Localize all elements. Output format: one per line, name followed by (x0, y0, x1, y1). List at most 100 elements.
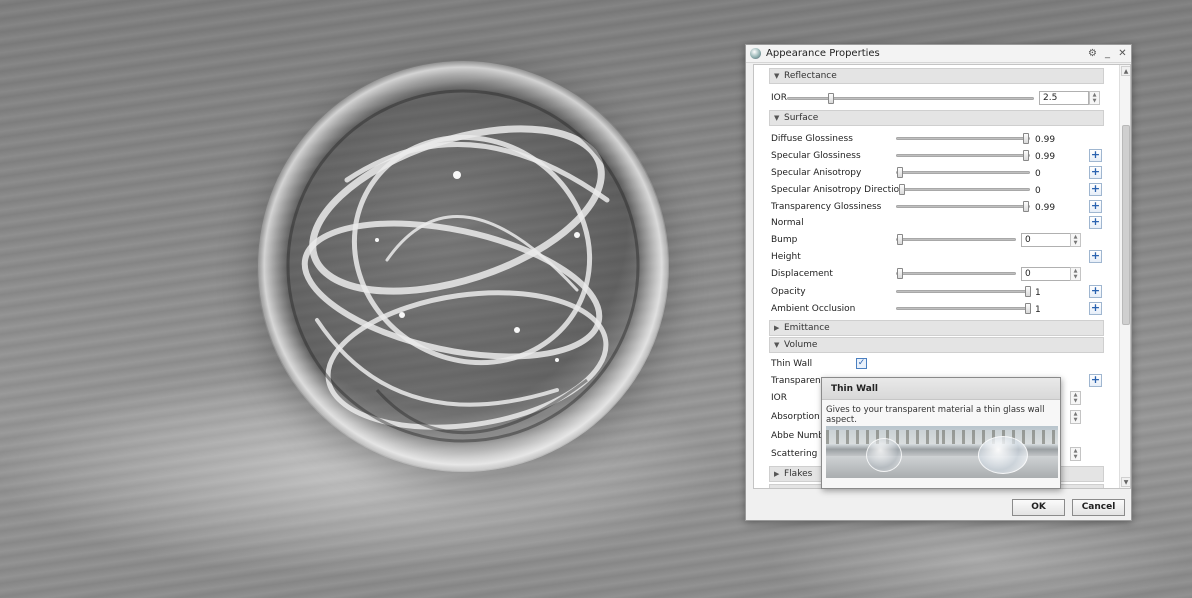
thin-wall-checkbox[interactable]: ✓ (856, 358, 867, 369)
collapse-arrow-icon: ▼ (774, 72, 780, 80)
slider-thumb[interactable] (1025, 303, 1031, 314)
ior-slider[interactable] (787, 93, 1034, 104)
window-title: Appearance Properties (766, 48, 880, 59)
diffuse-glossiness-slider[interactable] (896, 133, 1030, 144)
add-texture-button[interactable]: + (1089, 149, 1102, 162)
add-texture-button[interactable]: + (1089, 200, 1102, 213)
specular-glossiness-slider[interactable] (896, 150, 1030, 161)
cancel-button[interactable]: Cancel (1072, 499, 1125, 516)
volume-ior-label: IOR (771, 393, 787, 403)
row-ior: IOR 2.5 ▲ ▼ (771, 90, 1103, 106)
preview-thin-wall (942, 426, 1058, 478)
displacement-slider[interactable] (896, 268, 1016, 279)
expand-arrow-icon: ▶ (774, 488, 784, 489)
opacity-slider[interactable] (896, 286, 1031, 297)
row-specular-glossiness: Specular Glossiness 0.99 + (771, 148, 1103, 164)
add-texture-button[interactable]: + (1089, 250, 1102, 263)
absorption-spinner[interactable]: ▲ ▼ (1070, 410, 1081, 424)
ambient-occlusion-label: Ambient Occlusion (771, 304, 856, 314)
slider-thumb[interactable] (1023, 133, 1029, 144)
preview-opaque-wall (826, 426, 942, 478)
diffuse-glossiness-label: Diffuse Glossiness (771, 134, 853, 144)
row-thin-wall: Thin Wall ✓ (771, 356, 1103, 372)
add-texture-button[interactable]: + (1089, 166, 1102, 179)
opacity-label: Opacity (771, 287, 806, 297)
transparency-glossiness-slider[interactable] (896, 201, 1030, 212)
collapse-arrow-icon: ▼ (774, 114, 780, 122)
slider-thumb[interactable] (897, 234, 903, 245)
glass-sphere-render (257, 60, 669, 472)
slider-thumb[interactable] (897, 268, 903, 279)
abbe-number-label: Abbe Numb (771, 431, 824, 441)
diffuse-glossiness-value: 0.99 (1035, 135, 1056, 145)
row-ambient-occlusion: Ambient Occlusion 1 + (771, 301, 1103, 317)
vertical-scrollbar[interactable]: ▲ ▼ (1119, 65, 1130, 488)
section-label: Reflectance (784, 71, 837, 81)
section-volume[interactable]: ▼ Volume (769, 337, 1104, 353)
specular-glossiness-value: 0.99 (1035, 152, 1056, 162)
thin-wall-tooltip: Thin Wall Gives to your transparent mate… (821, 377, 1061, 489)
row-specular-anisotropy: Specular Anisotropy 0 + (771, 165, 1103, 181)
ior-spinner[interactable]: ▲ ▼ (1089, 91, 1100, 105)
add-texture-button[interactable]: + (1089, 374, 1102, 387)
specular-anisotropy-direction-label: Specular Anisotropy Direction (771, 185, 905, 195)
section-label: Surface (784, 113, 819, 123)
ambient-occlusion-slider[interactable] (896, 303, 1031, 314)
slider-thumb[interactable] (1023, 150, 1029, 161)
row-diffuse-glossiness: Diffuse Glossiness 0.99 (771, 131, 1103, 147)
scroll-up-icon[interactable]: ▲ (1121, 66, 1130, 76)
tooltip-title: Thin Wall (822, 378, 1060, 400)
specular-anisotropy-direction-value: 0 (1035, 186, 1041, 196)
specular-anisotropy-direction-slider[interactable] (898, 184, 1030, 195)
row-height: Height + (771, 249, 1103, 265)
slider-thumb[interactable] (899, 184, 905, 195)
ior-input[interactable]: 2.5 (1039, 91, 1089, 105)
specular-anisotropy-label: Specular Anisotropy (771, 168, 862, 178)
ok-button[interactable]: OK (1012, 499, 1065, 516)
specular-anisotropy-slider[interactable] (896, 167, 1030, 178)
transparency-glossiness-label: Transparency Glossiness (771, 202, 882, 212)
specular-anisotropy-value: 0 (1035, 169, 1041, 179)
add-texture-button[interactable]: + (1089, 183, 1102, 196)
slider-thumb[interactable] (897, 167, 903, 178)
section-emittance[interactable]: ▶ Emittance (769, 320, 1104, 336)
expand-arrow-icon: ▶ (774, 324, 780, 332)
section-surface[interactable]: ▼ Surface (769, 110, 1104, 126)
titlebar: Appearance Properties ⚙ _ ✕ (746, 45, 1131, 63)
displacement-spinner[interactable]: ▲ ▼ (1070, 267, 1081, 281)
minimize-icon[interactable]: _ (1101, 47, 1114, 60)
section-reflectance[interactable]: ▼ Reflectance (769, 68, 1104, 84)
ior-slider-thumb[interactable] (828, 93, 834, 104)
close-icon[interactable]: ✕ (1116, 47, 1129, 60)
transparency-glossiness-value: 0.99 (1035, 203, 1056, 213)
volume-ior-spinner[interactable]: ▲ ▼ (1070, 391, 1081, 405)
gear-icon[interactable]: ⚙ (1086, 47, 1099, 60)
bump-spinner[interactable]: ▲ ▼ (1070, 233, 1081, 247)
section-label: Emittance (784, 323, 830, 333)
displacement-input[interactable]: 0 (1021, 267, 1071, 281)
displacement-label: Displacement (771, 269, 833, 279)
app-icon (750, 48, 761, 59)
row-bump: Bump 0 ▲ ▼ (771, 232, 1103, 248)
section-label: Volume (784, 340, 818, 350)
thin-wall-label: Thin Wall (771, 359, 813, 369)
scrollbar-handle[interactable] (1122, 125, 1130, 325)
row-displacement: Displacement 0 ▲ ▼ (771, 266, 1103, 282)
bump-input[interactable]: 0 (1021, 233, 1071, 247)
scattering-label: Scattering D (771, 449, 828, 459)
scroll-down-icon[interactable]: ▼ (1121, 477, 1130, 487)
height-label: Height (771, 252, 801, 262)
specular-glossiness-label: Specular Glossiness (771, 151, 861, 161)
expand-arrow-icon: ▶ (774, 470, 780, 478)
ior-label: IOR (771, 93, 787, 103)
add-texture-button[interactable]: + (1089, 216, 1102, 229)
opacity-value: 1 (1035, 288, 1041, 298)
add-texture-button[interactable]: + (1089, 302, 1102, 315)
ambient-occlusion-value: 1 (1035, 305, 1041, 315)
add-texture-button[interactable]: + (1089, 285, 1102, 298)
bump-slider[interactable] (896, 234, 1016, 245)
scattering-spinner[interactable]: ▲ ▼ (1070, 447, 1081, 461)
slider-thumb[interactable] (1023, 201, 1029, 212)
slider-thumb[interactable] (1025, 286, 1031, 297)
row-normal: Normal + (771, 215, 1103, 231)
